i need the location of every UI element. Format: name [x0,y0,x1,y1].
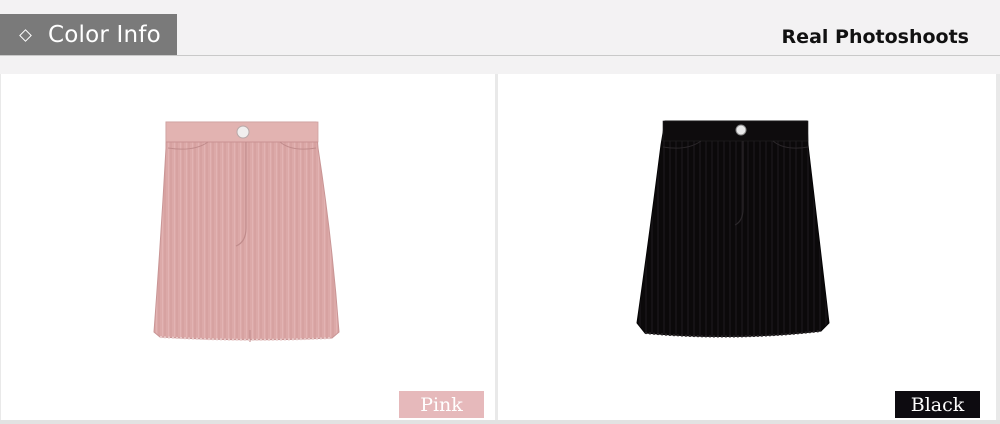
color-panels: Pink Black [0,74,1000,420]
header-divider [0,55,1000,56]
tab-label: Color Info [48,22,161,48]
black-skirt-image [636,120,830,338]
pink-skirt-image [153,121,340,342]
real-photoshoots-label: Real Photoshoots [781,26,969,48]
bottom-divider [0,420,1000,424]
color-swatch-pink: Pink [399,391,484,418]
diamond-icon [19,28,32,42]
color-info-tab: Color Info [0,14,177,56]
color-panel-black[interactable]: Black [498,74,996,420]
color-swatch-black: Black [895,391,980,418]
section-header: Color Info Real Photoshoots [0,0,1000,58]
color-panel-pink[interactable]: Pink [1,74,495,420]
